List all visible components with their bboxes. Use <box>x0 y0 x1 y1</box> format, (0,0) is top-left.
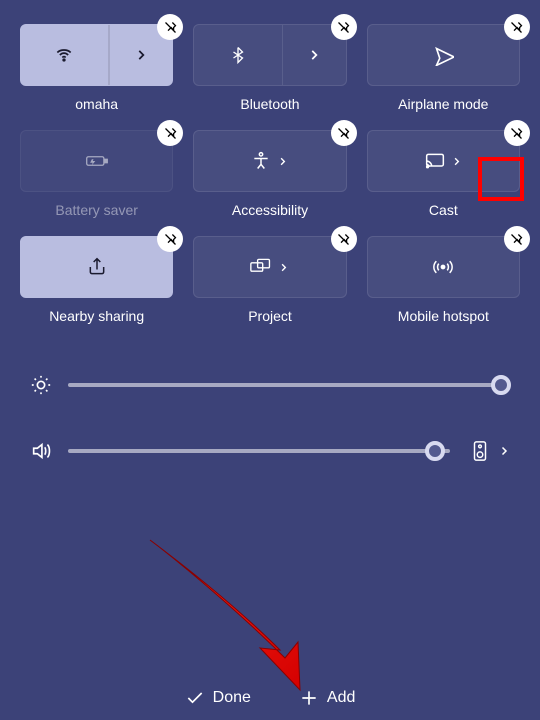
tile-hotspot: Mobile hotspot <box>367 236 520 324</box>
tile-project: Project <box>193 236 346 324</box>
tile-accessibility: Accessibility <box>193 130 346 218</box>
chevron-right-icon[interactable] <box>498 445 510 457</box>
project-icon <box>250 258 272 276</box>
tile-battery: Battery saver <box>20 130 173 218</box>
cast-label: Cast <box>429 202 458 218</box>
battery-unpin-button[interactable] <box>157 120 183 146</box>
plus-icon <box>299 688 319 708</box>
volume-icon <box>30 440 52 462</box>
cast-unpin-button[interactable] <box>504 120 530 146</box>
bluetooth-label: Bluetooth <box>240 96 299 112</box>
battery-saver-button <box>20 130 173 192</box>
nearby-label: Nearby sharing <box>49 308 144 324</box>
nearby-unpin-button[interactable] <box>157 226 183 252</box>
project-label: Project <box>248 308 292 324</box>
tile-wifi: omaha <box>20 24 173 112</box>
battery-label: Battery saver <box>55 202 137 218</box>
brightness-slider[interactable] <box>68 383 510 387</box>
bluetooth-icon <box>229 46 247 64</box>
cast-icon <box>425 152 445 170</box>
sliders-section <box>0 334 540 516</box>
done-button[interactable]: Done <box>185 688 251 708</box>
annotation-arrow <box>130 530 350 700</box>
tile-bluetooth: Bluetooth <box>193 24 346 112</box>
accessibility-button[interactable] <box>193 130 346 192</box>
wifi-label: omaha <box>75 96 118 112</box>
brightness-icon <box>30 374 52 396</box>
chevron-right-icon <box>451 156 462 167</box>
quick-settings-grid: omaha Bluetooth <box>0 0 540 334</box>
battery-icon <box>85 151 109 171</box>
accessibility-unpin-button[interactable] <box>331 120 357 146</box>
chevron-right-icon <box>278 262 289 273</box>
footer-actions: Done Add <box>0 688 540 708</box>
project-unpin-button[interactable] <box>331 226 357 252</box>
airplane-icon <box>432 44 454 66</box>
brightness-thumb[interactable] <box>491 375 511 395</box>
bluetooth-toggle[interactable] <box>194 25 282 85</box>
airplane-button[interactable] <box>367 24 520 86</box>
project-button[interactable] <box>193 236 346 298</box>
accessibility-label: Accessibility <box>232 202 308 218</box>
bluetooth-unpin-button[interactable] <box>331 14 357 40</box>
audio-output-icon[interactable] <box>472 440 488 462</box>
hotspot-icon <box>432 257 454 277</box>
chevron-right-icon <box>134 48 148 62</box>
volume-row <box>30 440 510 462</box>
hotspot-label: Mobile hotspot <box>398 308 489 324</box>
bluetooth-button[interactable] <box>193 24 346 86</box>
share-icon <box>87 257 107 277</box>
wifi-toggle[interactable] <box>21 25 109 85</box>
airplane-unpin-button[interactable] <box>504 14 530 40</box>
tile-airplane: Airplane mode <box>367 24 520 112</box>
wifi-unpin-button[interactable] <box>157 14 183 40</box>
tile-nearby: Nearby sharing <box>20 236 173 324</box>
nearby-sharing-button[interactable] <box>20 236 173 298</box>
chevron-right-icon <box>307 48 321 62</box>
check-icon <box>185 688 205 708</box>
tile-cast: Cast <box>367 130 520 218</box>
volume-thumb[interactable] <box>425 441 445 461</box>
cast-button[interactable] <box>367 130 520 192</box>
accessibility-icon <box>251 151 271 171</box>
hotspot-unpin-button[interactable] <box>504 226 530 252</box>
chevron-right-icon <box>277 156 288 167</box>
brightness-row <box>30 374 510 396</box>
add-label: Add <box>327 689 355 707</box>
add-button[interactable]: Add <box>299 688 355 708</box>
wifi-icon <box>54 45 74 65</box>
hotspot-button[interactable] <box>367 236 520 298</box>
volume-slider[interactable] <box>68 449 450 453</box>
airplane-label: Airplane mode <box>398 96 488 112</box>
wifi-button[interactable] <box>20 24 173 86</box>
done-label: Done <box>213 689 251 707</box>
